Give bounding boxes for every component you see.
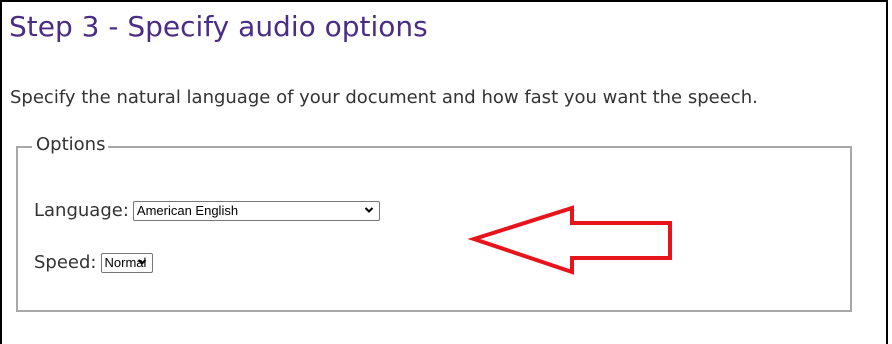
language-label: Language: bbox=[34, 200, 129, 221]
speed-label: Speed: bbox=[34, 252, 97, 273]
arrow-annotation bbox=[468, 205, 672, 275]
language-select-value: American English bbox=[136, 203, 239, 218]
language-select[interactable]: American English bbox=[132, 201, 380, 221]
intro-text: Specify the natural language of your doc… bbox=[10, 87, 758, 108]
options-fieldset bbox=[16, 146, 852, 312]
annotation-arrow-shape bbox=[468, 205, 672, 275]
language-row: Language: American English bbox=[34, 199, 380, 223]
options-legend: Options bbox=[32, 133, 109, 157]
chevron-down-icon bbox=[364, 207, 374, 213]
page-title: Step 3 - Specify audio options bbox=[9, 10, 428, 43]
speed-row: Speed: Normal bbox=[34, 251, 153, 275]
speed-select[interactable]: Normal bbox=[100, 253, 153, 273]
chevron-down-icon bbox=[137, 259, 146, 265]
